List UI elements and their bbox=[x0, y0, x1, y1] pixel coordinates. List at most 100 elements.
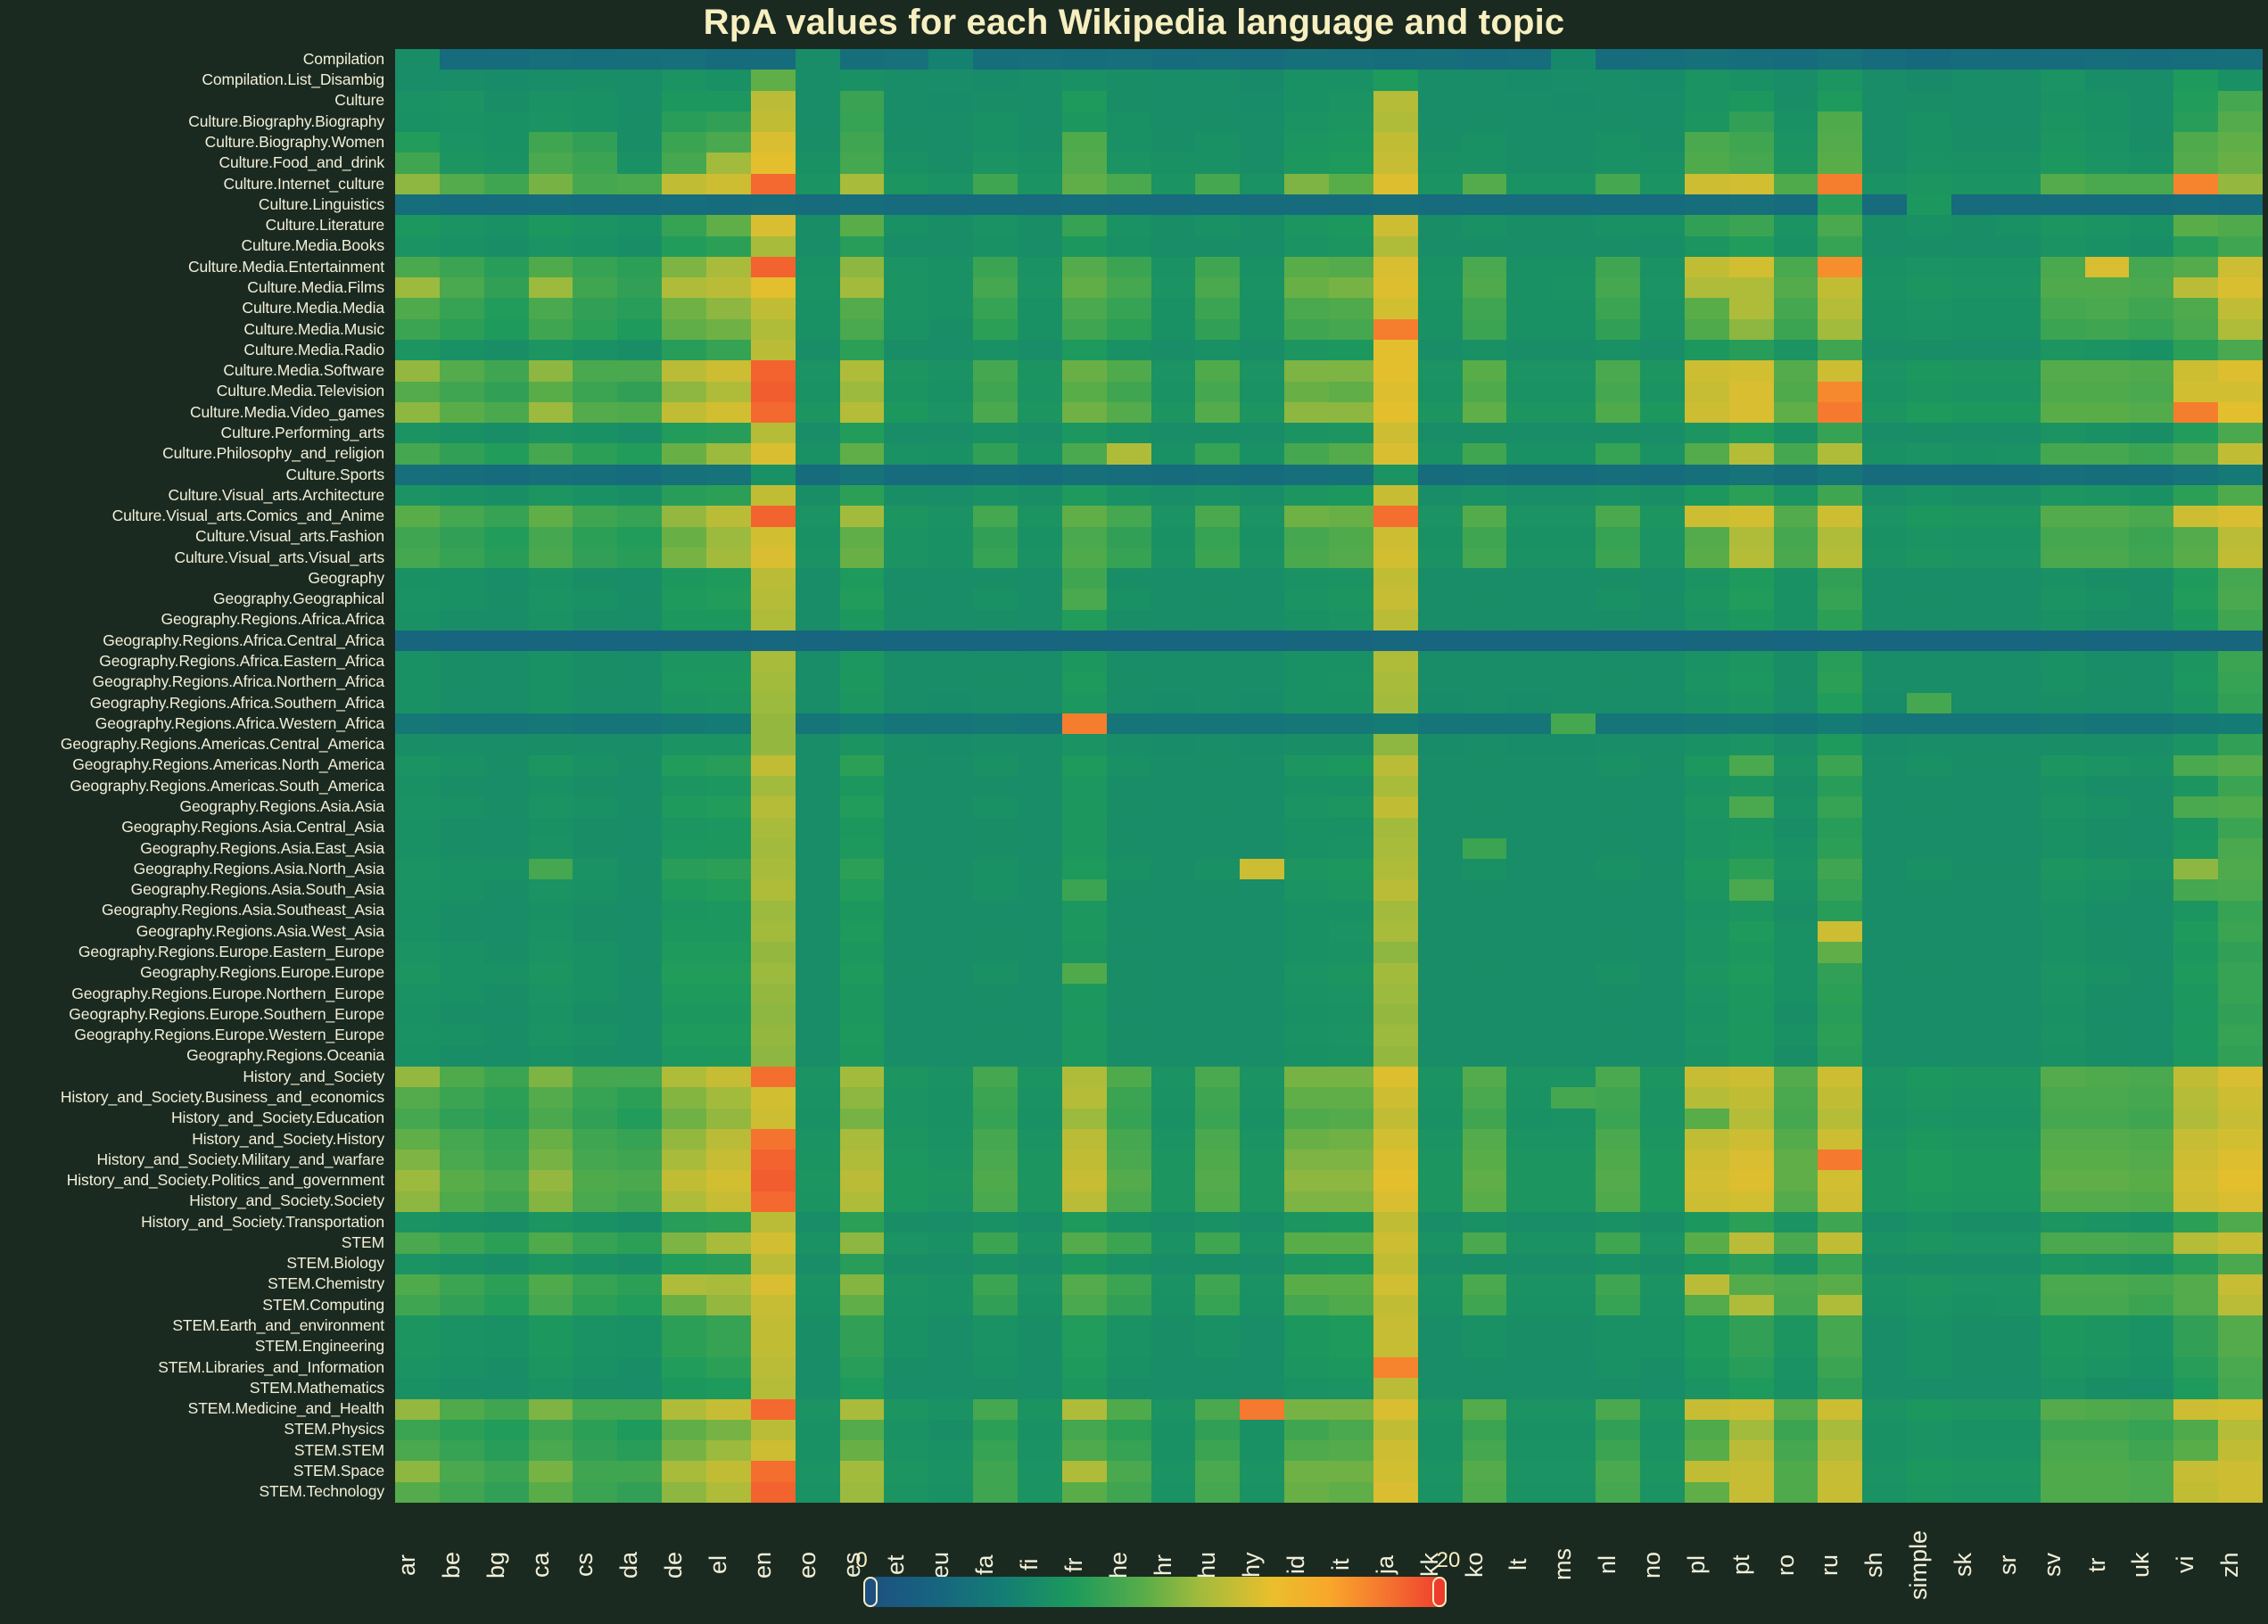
colorbar[interactable]: 0 20 bbox=[855, 1550, 1460, 1609]
heatmap-cell bbox=[1373, 423, 1418, 444]
heatmap-cell bbox=[1506, 1274, 1552, 1296]
heatmap-cell bbox=[1773, 1295, 1819, 1316]
heatmap-cell bbox=[2084, 1108, 2130, 1129]
heatmap-cell bbox=[1106, 1087, 1151, 1109]
heatmap-cell bbox=[1728, 153, 1774, 174]
heatmap-cell bbox=[1106, 194, 1151, 216]
heatmap-cell bbox=[839, 340, 885, 361]
heatmap-cell bbox=[1018, 962, 1062, 984]
heatmap-cell bbox=[706, 401, 751, 424]
heatmap-cell bbox=[928, 589, 974, 610]
colorbar-min-handle[interactable] bbox=[863, 1577, 878, 1607]
heatmap-cell bbox=[1596, 837, 1640, 860]
heatmap-cell bbox=[1551, 734, 1596, 755]
heatmap-cell bbox=[2173, 1067, 2219, 1088]
heatmap-cell bbox=[1596, 70, 1640, 91]
heatmap-cell bbox=[662, 672, 706, 693]
heatmap-cell bbox=[1596, 1150, 1640, 1171]
heatmap-cell bbox=[1284, 1295, 1329, 1316]
x-axis-label: ar bbox=[393, 1554, 420, 1576]
heatmap-cell bbox=[483, 879, 529, 901]
heatmap-cell bbox=[1018, 464, 1062, 485]
heatmap-cell bbox=[1551, 1253, 1596, 1274]
heatmap-cell bbox=[2084, 900, 2130, 921]
heatmap-cell bbox=[1195, 651, 1241, 672]
heatmap-cell bbox=[706, 631, 751, 652]
heatmap-cell bbox=[1728, 1295, 1774, 1316]
heatmap-cell bbox=[2173, 942, 2219, 963]
heatmap-cell bbox=[1061, 70, 1107, 91]
heatmap-cell bbox=[1373, 1045, 1418, 1067]
heatmap-cell bbox=[395, 194, 440, 216]
heatmap-cell bbox=[1195, 672, 1241, 693]
heatmap-cell bbox=[2129, 1108, 2174, 1129]
heatmap-cell bbox=[573, 464, 618, 485]
heatmap-cell bbox=[662, 734, 706, 755]
heatmap-cell bbox=[1818, 1191, 1863, 1212]
heatmap-cell bbox=[750, 672, 796, 693]
heatmap-cell bbox=[1640, 70, 1685, 91]
heatmap-cell bbox=[795, 879, 840, 901]
heatmap-cell bbox=[1951, 1481, 1996, 1503]
heatmap-cell bbox=[483, 194, 529, 216]
heatmap-cell bbox=[973, 277, 1018, 299]
heatmap-cell bbox=[1195, 1025, 1241, 1046]
heatmap-cell bbox=[839, 1232, 885, 1254]
heatmap-cell bbox=[2040, 485, 2085, 507]
heatmap-cell bbox=[2129, 381, 2174, 402]
heatmap-cell bbox=[1862, 1440, 1908, 1462]
heatmap-cell bbox=[439, 1191, 484, 1212]
heatmap-cell bbox=[1106, 1419, 1151, 1441]
heatmap-cell bbox=[483, 1315, 529, 1337]
heatmap-cell bbox=[1195, 277, 1241, 299]
heatmap-cell bbox=[573, 1274, 618, 1296]
heatmap-cell bbox=[1240, 215, 1285, 236]
heatmap-cell bbox=[662, 277, 706, 299]
heatmap-cell bbox=[706, 859, 751, 880]
heatmap-cell bbox=[1329, 401, 1373, 424]
heatmap-cell bbox=[973, 1108, 1018, 1129]
heatmap-cell bbox=[1907, 49, 1951, 70]
heatmap-cell bbox=[1284, 1170, 1329, 1191]
colorbar-max-handle[interactable] bbox=[1432, 1577, 1447, 1607]
y-axis-label: Culture.Internet_culture bbox=[223, 174, 385, 193]
heatmap-cell bbox=[662, 983, 706, 1005]
heatmap-cell bbox=[884, 1004, 929, 1026]
heatmap-cell bbox=[884, 1232, 929, 1254]
heatmap-cell bbox=[1951, 235, 1996, 257]
heatmap-cell bbox=[1551, 692, 1596, 714]
heatmap-cell bbox=[1284, 464, 1329, 485]
heatmap-cell bbox=[1284, 651, 1329, 672]
heatmap-cell bbox=[1596, 1461, 1640, 1482]
heatmap-cell bbox=[795, 1108, 840, 1129]
heatmap-cell bbox=[662, 1315, 706, 1337]
heatmap-cell bbox=[1773, 1398, 1819, 1420]
heatmap-cell bbox=[839, 1191, 885, 1212]
heatmap-cell bbox=[1596, 90, 1640, 111]
heatmap-cell bbox=[1018, 256, 1062, 278]
heatmap-cell bbox=[884, 1128, 929, 1150]
heatmap-cell bbox=[2173, 111, 2219, 133]
heatmap-cell bbox=[1462, 173, 1507, 194]
heatmap-cell bbox=[1329, 817, 1373, 838]
heatmap-cell bbox=[2173, 879, 2219, 901]
heatmap-cell bbox=[2129, 921, 2174, 943]
heatmap-cell bbox=[483, 672, 529, 693]
heatmap-cell bbox=[1061, 1315, 1107, 1337]
heatmap-cell bbox=[1773, 132, 1819, 153]
heatmap-cell bbox=[1373, 381, 1418, 402]
heatmap-cell bbox=[884, 401, 929, 424]
heatmap-cell bbox=[750, 1150, 796, 1171]
heatmap-cell bbox=[573, 90, 618, 111]
heatmap-cell bbox=[439, 215, 484, 236]
heatmap-cell bbox=[483, 631, 529, 652]
heatmap-cell bbox=[395, 153, 440, 174]
heatmap-cell bbox=[2218, 1440, 2263, 1462]
heatmap-cell bbox=[2173, 318, 2219, 340]
heatmap-cell bbox=[1818, 485, 1863, 507]
heatmap-cell bbox=[395, 713, 440, 735]
heatmap-cell bbox=[1596, 547, 1640, 569]
heatmap-cell bbox=[1061, 1087, 1107, 1109]
heatmap-cell bbox=[1684, 983, 1729, 1005]
heatmap-cell bbox=[439, 235, 484, 257]
